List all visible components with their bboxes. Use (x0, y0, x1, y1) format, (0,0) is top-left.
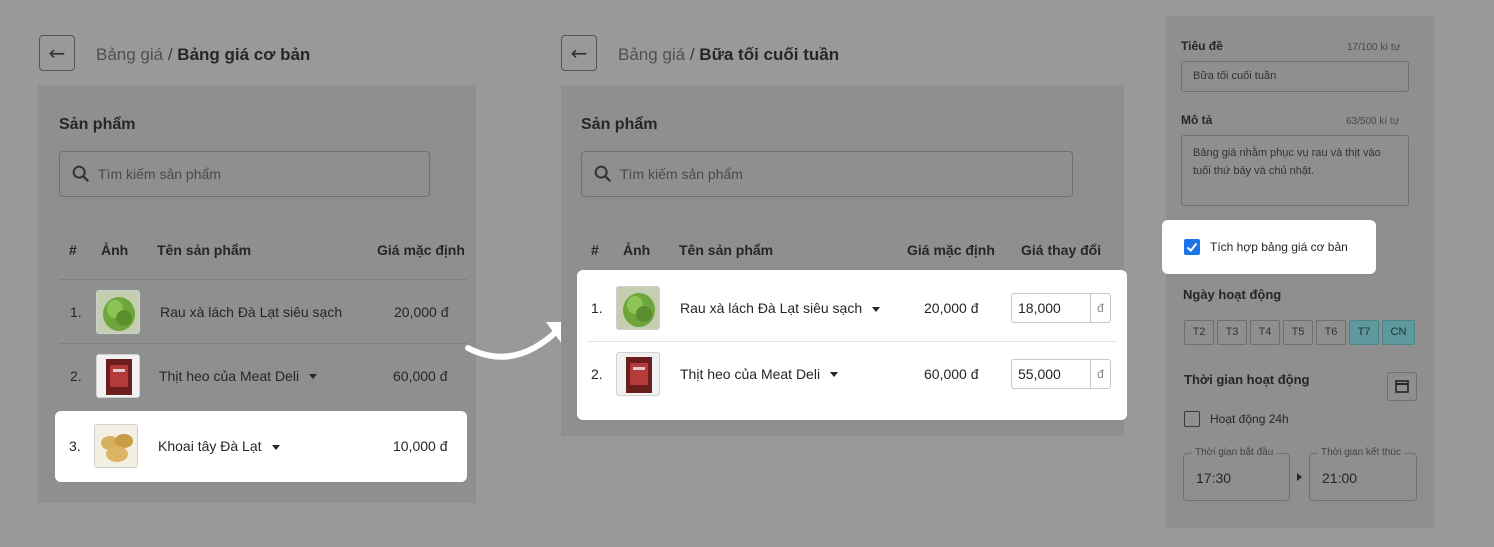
breadcrumb: Bảng giá / Bảng giá cơ bản (96, 45, 311, 64)
integrate-checkbox[interactable] (1184, 239, 1200, 255)
breadcrumb-current: Bảng giá cơ bản (177, 45, 311, 64)
day-toggle-t4[interactable]: T4 (1250, 320, 1280, 345)
changed-price-input[interactable]: 55,000 đ (1011, 358, 1111, 389)
column-header-default-price: Giá mặc định (907, 242, 995, 258)
integrate-label[interactable]: Tích hợp bảng giá cơ bản (1210, 240, 1348, 254)
active-time-label: Thời gian hoạt động (1184, 372, 1310, 387)
column-header-name: Tên sản phẩm (157, 242, 252, 258)
table-row[interactable]: 1. Rau xà lách Đà Lạt siêu sạch 20,000 đ… (587, 276, 1117, 340)
end-time-field[interactable]: Thời gian kết thúc 21:00 (1309, 447, 1417, 501)
currency-suffix: đ (1090, 359, 1110, 388)
lettuce-icon (103, 297, 135, 331)
column-header-name: Tên sản phẩm (679, 242, 774, 258)
caret-right-icon (1297, 473, 1302, 481)
table-row[interactable]: 3. Khoai tây Đà Lạt 10,000 đ (59, 414, 463, 478)
column-header-num: # (69, 242, 77, 258)
default-price: 10,000 đ (393, 438, 448, 454)
product-name[interactable]: Thịt heo của Meat Deli (680, 366, 839, 382)
breadcrumb-parent[interactable]: Bảng giá (618, 45, 685, 64)
search-placeholder: Tìm kiếm sản phẩm (620, 166, 743, 182)
breadcrumb-current: Bữa tối cuối tuần (699, 45, 840, 64)
lettuce-icon (623, 293, 655, 327)
column-header-default-price: Giá mặc định (377, 242, 465, 258)
table-row[interactable]: 2. Thịt heo của Meat Deli 60,000 đ 55,00… (587, 341, 1117, 405)
product-name: Rau xà lách Đà Lạt siêu sạch (160, 303, 343, 320)
table-row[interactable]: 1. Rau xà lách Đà Lạt siêu sạch 20,000 đ (59, 279, 467, 343)
column-header-image: Ảnh (101, 242, 129, 258)
chevron-down-icon[interactable] (830, 372, 839, 378)
row-number: 2. (70, 367, 82, 384)
product-thumbnail (96, 354, 140, 398)
product-thumbnail (94, 424, 138, 468)
table-row[interactable]: 2. Thịt heo của Meat Deli 60,000 đ (59, 343, 467, 407)
currency-suffix: đ (1090, 294, 1110, 322)
day-toggle-t6[interactable]: T6 (1316, 320, 1346, 345)
chevron-down-icon[interactable] (271, 444, 280, 450)
title-char-count: 17/100 kí tự (1347, 42, 1401, 53)
search-icon (594, 165, 612, 183)
day-toggle-t3[interactable]: T3 (1217, 320, 1247, 345)
day-toggle-t5[interactable]: T5 (1283, 320, 1313, 345)
row-number: 1. (591, 300, 603, 316)
active-days-label: Ngày hoạt động (1183, 287, 1282, 302)
default-price: 60,000 đ (393, 367, 448, 384)
section-title: Sản phẩm (581, 116, 658, 133)
description-label: Mô tả (1181, 113, 1213, 127)
arrow-left-icon: ← (570, 41, 588, 65)
arrow-left-icon: ← (48, 41, 66, 65)
product-name[interactable]: Thịt heo của Meat Deli (159, 368, 318, 384)
chevron-down-icon[interactable] (309, 374, 318, 380)
back-button[interactable]: ← (561, 35, 597, 71)
search-input[interactable]: Tìm kiếm sản phẩm (581, 151, 1073, 197)
calendar-button[interactable] (1387, 372, 1417, 401)
potatoes-icon (101, 434, 133, 462)
section-title: Sản phẩm (59, 116, 136, 133)
back-button[interactable]: ← (39, 35, 75, 71)
description-char-count: 63/500 kí tự (1346, 116, 1400, 127)
product-thumbnail (616, 352, 660, 396)
transition-arrow-icon (465, 322, 570, 360)
description-textarea[interactable]: Bảng giá nhằm phục vụ rau và thịt vào tu… (1181, 135, 1409, 206)
day-toggle-t2[interactable]: T2 (1184, 320, 1214, 345)
checkmark-icon (1186, 242, 1198, 252)
row-number: 1. (70, 303, 82, 320)
default-price: 20,000 đ (924, 300, 979, 316)
column-header-image: Ảnh (623, 242, 651, 258)
row-number: 2. (591, 365, 603, 382)
breadcrumb-parent[interactable]: Bảng giá (96, 45, 163, 64)
changed-price-input[interactable]: 18,000 đ (1011, 293, 1111, 323)
product-thumbnail (96, 290, 140, 334)
column-header-num: # (591, 242, 599, 258)
product-name[interactable]: Rau xà lách Đà Lạt siêu sạch (680, 300, 881, 316)
product-name[interactable]: Khoai tây Đà Lạt (158, 438, 280, 454)
meat-package-icon (626, 357, 652, 393)
chevron-down-icon[interactable] (872, 306, 881, 312)
search-placeholder: Tìm kiếm sản phẩm (98, 166, 221, 182)
meat-package-icon (106, 359, 132, 395)
default-price: 60,000 đ (924, 365, 979, 382)
search-input[interactable]: Tìm kiếm sản phẩm (59, 151, 430, 197)
day-toggle-cn[interactable]: CN (1382, 320, 1415, 345)
row-number: 3. (69, 438, 81, 454)
column-header-changed-price: Giá thay đổi (1021, 242, 1102, 258)
calendar-icon (1395, 380, 1409, 393)
all-day-label[interactable]: Hoạt động 24h (1210, 412, 1289, 426)
title-label: Tiêu đề (1181, 39, 1223, 53)
title-input[interactable]: Bữa tối cuối tuần (1181, 61, 1409, 92)
day-toggle-t7[interactable]: T7 (1349, 320, 1379, 345)
start-time-field[interactable]: Thời gian bắt đầu 17:30 (1183, 447, 1290, 501)
product-thumbnail (616, 286, 660, 330)
breadcrumb: Bảng giá / Bữa tối cuối tuần (618, 45, 840, 64)
default-price: 20,000 đ (394, 303, 449, 320)
search-icon (72, 165, 90, 183)
all-day-checkbox[interactable] (1184, 411, 1200, 427)
